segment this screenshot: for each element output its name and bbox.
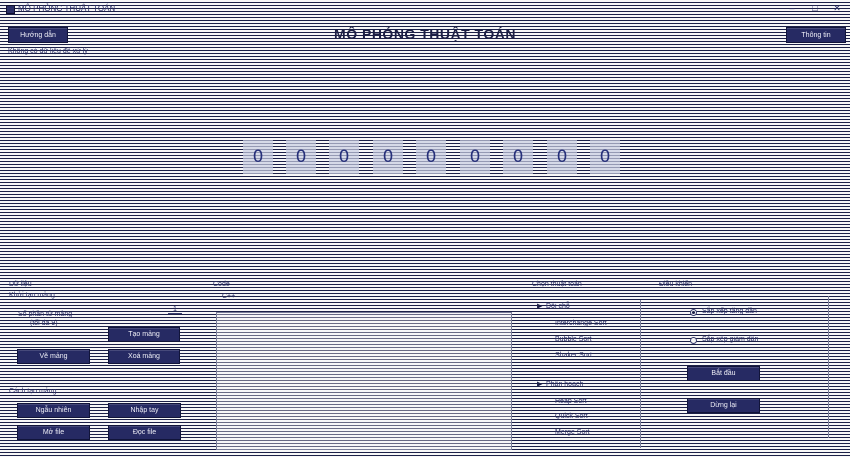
- algo-item[interactable]: Quick Sort: [555, 413, 588, 420]
- info-button[interactable]: Thông tin: [786, 27, 846, 43]
- code-view: [216, 312, 512, 450]
- descending-radio[interactable]: [690, 337, 697, 344]
- init-array-heading: Khởi tạo mảng: [9, 292, 55, 299]
- code-language-label: C++: [222, 293, 236, 300]
- status-text: Không có dữ liệu để xử lý: [8, 48, 88, 55]
- ascending-radio[interactable]: [690, 309, 697, 316]
- open-file-button[interactable]: Mở file: [17, 425, 90, 440]
- descending-label: Sắp xếp giảm dần: [702, 336, 759, 343]
- array-cell: 0: [416, 140, 446, 174]
- clear-array-button[interactable]: Xoá mảng: [108, 349, 180, 364]
- panel-divider: [640, 300, 641, 448]
- array-cell: 0: [243, 140, 273, 174]
- close-icon[interactable]: ✕: [830, 3, 844, 14]
- create-array-button[interactable]: Tạo mảng: [108, 327, 180, 342]
- array-cell: 0: [373, 140, 403, 174]
- array-size-input[interactable]: 1: [168, 306, 182, 314]
- array-cell: 0: [286, 140, 316, 174]
- title-bar: MÔ PHỎNG THUẬT TOÁN – □ ✕: [0, 0, 850, 18]
- algo-item[interactable]: Interchange Sort: [555, 320, 607, 327]
- stop-button[interactable]: Dừng lại: [687, 398, 760, 413]
- panel-divider: [828, 296, 829, 438]
- array-cell: 0: [329, 140, 359, 174]
- manual-input-button[interactable]: Nhập tay: [108, 403, 181, 418]
- window-title: MÔ PHỎNG THUẬT TOÁN: [18, 4, 116, 13]
- page-title: MÔ PHỎNG THUẬT TOÁN: [334, 26, 516, 42]
- maximize-icon[interactable]: □: [808, 3, 822, 13]
- algo-item[interactable]: Shaker Sort: [555, 352, 592, 359]
- code-panel-heading: Code: [213, 281, 230, 288]
- array-cell: 0: [590, 140, 620, 174]
- array-size-label: Số phần tử mảng: [18, 311, 73, 318]
- input-panel-heading: Dữ liệu: [9, 281, 32, 288]
- algo-panel-heading: Chọn thuật toán: [532, 281, 582, 288]
- algo-group-swap[interactable]: Đổi chỗ: [546, 303, 570, 310]
- read-file-button[interactable]: Đọc file: [108, 425, 181, 440]
- random-button[interactable]: Ngẫu nhiên: [17, 403, 90, 418]
- array-cell: 0: [547, 140, 577, 174]
- array-cell: 0: [503, 140, 533, 174]
- app-icon: [6, 5, 15, 14]
- algo-group-partition[interactable]: Phân hoạch: [546, 381, 583, 388]
- expand-icon[interactable]: ▶: [537, 380, 542, 388]
- algo-item[interactable]: Bubble Sort: [555, 336, 592, 343]
- ascending-label: Sắp xếp tăng dần: [702, 308, 757, 315]
- array-size-hint: (tối đa 9): [30, 320, 58, 327]
- array-cell: 0: [460, 140, 490, 174]
- mode-heading: Cách tạo mảng: [9, 388, 57, 395]
- expand-icon[interactable]: ▶: [537, 302, 542, 310]
- algo-item[interactable]: Merge Sort: [555, 429, 590, 436]
- algo-item[interactable]: Heap Sort: [555, 398, 587, 405]
- draw-array-button[interactable]: Vẽ mảng: [17, 349, 90, 364]
- minimize-icon[interactable]: –: [785, 3, 799, 13]
- control-panel-heading: Điều khiển: [659, 281, 693, 288]
- start-button[interactable]: Bắt đầu: [687, 366, 760, 381]
